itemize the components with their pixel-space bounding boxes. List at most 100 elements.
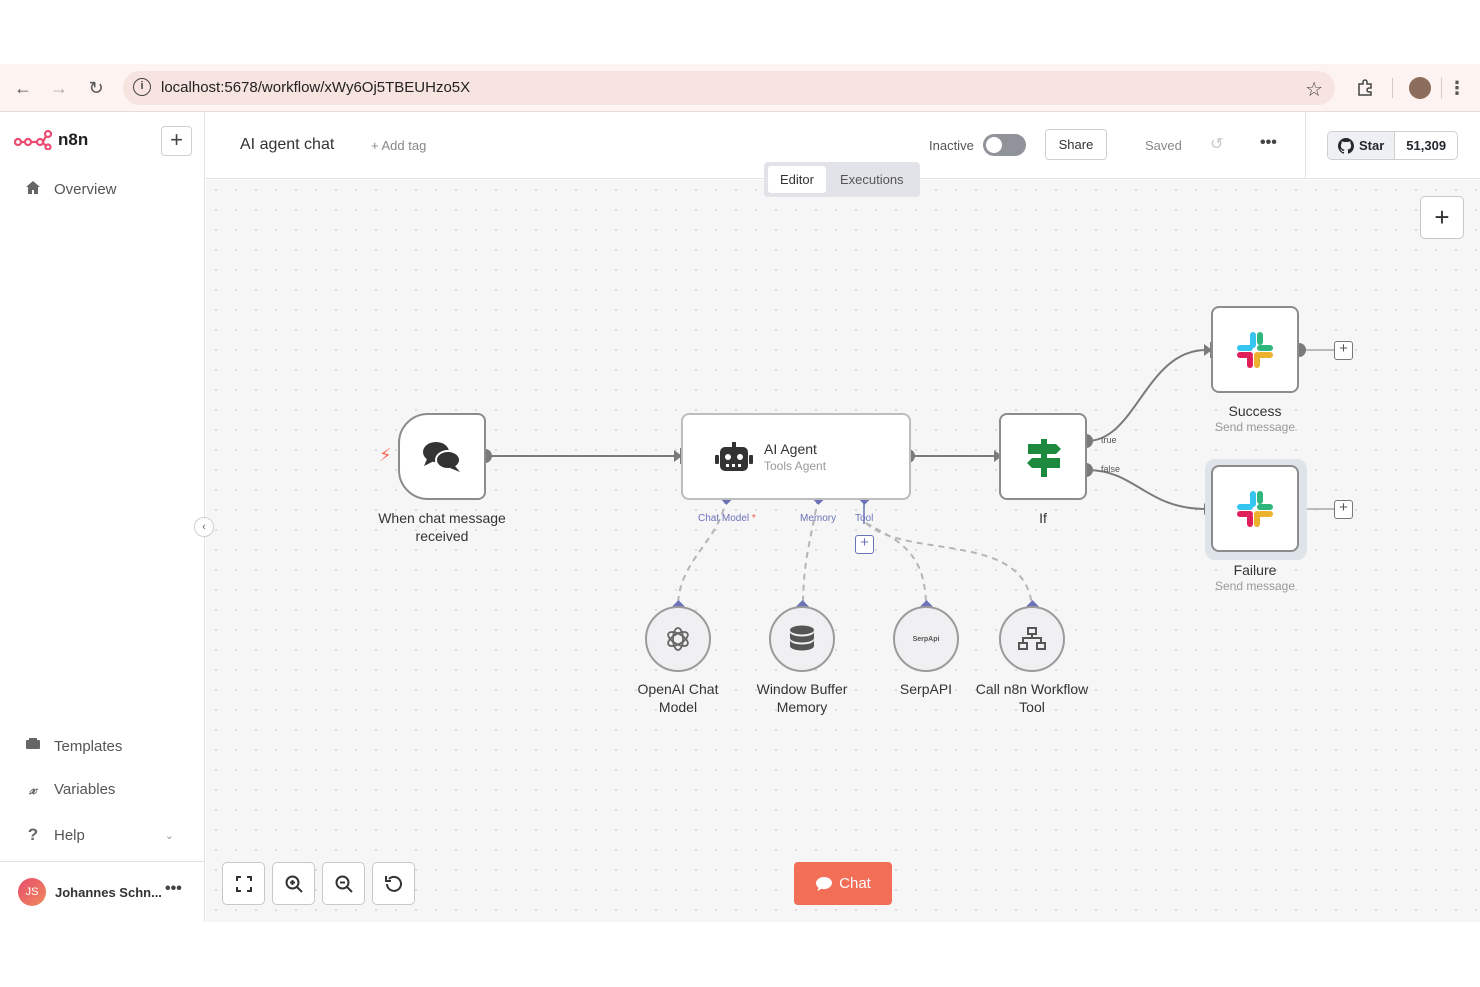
signpost-icon <box>1027 439 1061 477</box>
node-openai-chat-model[interactable] <box>645 606 711 672</box>
user-menu[interactable]: JS Johannes Schn... ••• <box>0 861 205 922</box>
workflow-name[interactable]: AI agent chat <box>240 136 334 154</box>
tab-executions[interactable]: Executions <box>828 166 916 193</box>
add-node-button[interactable]: + <box>1334 500 1353 519</box>
avatar: JS <box>18 878 46 906</box>
home-icon <box>24 180 42 199</box>
node-label: Failure <box>1233 562 1277 578</box>
node-chat-trigger[interactable] <box>398 413 486 500</box>
fit-view-icon <box>235 875 252 892</box>
brand-name: n8n <box>58 130 89 149</box>
extensions-icon[interactable] <box>1353 76 1377 100</box>
tool-input-label: Tool <box>855 513 874 524</box>
active-status-label: Inactive <box>929 138 974 153</box>
sidebar-item-help[interactable]: ? Help ⌄ <box>24 825 174 845</box>
profile-avatar[interactable] <box>1408 76 1432 100</box>
slack-icon <box>1237 491 1273 527</box>
memory-input-label: Memory <box>800 513 837 524</box>
serpapi-logo: SerpApi <box>912 635 940 643</box>
agent-title: AI Agent <box>764 441 817 457</box>
saved-status: Saved <box>1145 138 1182 153</box>
node-ai-agent[interactable]: AI Agent Tools Agent <box>681 413 911 500</box>
open-chat-button[interactable]: Chat <box>794 862 892 905</box>
reload-icon[interactable]: ↻ <box>84 76 108 100</box>
sidebar-item-label: Variables <box>54 781 116 798</box>
node-subtitle: Send message <box>1214 420 1296 434</box>
connection-if-failure <box>1086 469 1207 510</box>
node-failure-slack[interactable] <box>1211 465 1299 552</box>
variables-icon: 𝓍 <box>29 781 37 798</box>
n8n-app: n8n + Overview Templates 𝓍 Variables ? H… <box>0 112 1480 922</box>
node-label: SerpAPI <box>899 681 953 697</box>
sidebar-item-label: Templates <box>54 737 123 755</box>
user-more-icon[interactable]: ••• <box>165 880 182 898</box>
node-call-n8n-workflow-tool[interactable] <box>999 606 1065 672</box>
chat-model-input-label: Chat Model * <box>698 513 756 524</box>
node-success-slack[interactable] <box>1211 306 1299 393</box>
node-label: Success <box>1228 403 1282 419</box>
zoom-in-button[interactable] <box>272 862 315 905</box>
tab-editor[interactable]: Editor <box>768 166 826 193</box>
if-false-label: false <box>1101 464 1121 474</box>
connection-serpapi <box>865 522 927 608</box>
node-subtitle: Send message <box>1214 579 1296 593</box>
history-icon[interactable]: ↺ <box>1210 134 1223 154</box>
divider <box>1305 112 1306 179</box>
add-tool-button[interactable]: + <box>855 535 874 554</box>
add-new-button[interactable]: + <box>161 126 192 156</box>
workflow-canvas[interactable]: ⚡ When chat message received AI Agent To… <box>206 180 1480 922</box>
address-bar[interactable]: i localhost:5678/workflow/xWy6Oj5TBEUHzo… <box>123 71 1335 105</box>
n8n-logo-icon <box>14 130 52 150</box>
if-true-label: true <box>1101 435 1117 445</box>
slack-icon <box>1237 332 1273 368</box>
github-star-label: Star <box>1359 138 1385 153</box>
chat-bubbles-icon <box>423 442 461 472</box>
add-node-panel-button[interactable]: + <box>1420 196 1464 239</box>
add-node-button[interactable]: + <box>1334 341 1353 360</box>
n8n-logo[interactable]: n8n <box>14 130 88 150</box>
openai-icon <box>667 627 689 651</box>
sidebar-item-templates[interactable]: Templates <box>24 737 122 755</box>
view-tabs: Editor Executions <box>764 162 920 197</box>
github-star-button[interactable]: Star <box>1328 132 1396 159</box>
node-window-buffer-memory[interactable] <box>769 606 835 672</box>
sitemap-icon <box>1018 627 1046 650</box>
add-tag-link[interactable]: + Add tag <box>371 138 426 153</box>
back-icon[interactable]: ← <box>11 76 35 100</box>
fit-view-button[interactable] <box>222 862 265 905</box>
zoom-in-icon <box>285 875 303 893</box>
zoom-out-button[interactable] <box>322 862 365 905</box>
agent-subtitle: Tools Agent <box>764 459 827 473</box>
node-label: When chat message received <box>378 510 506 544</box>
canvas-controls <box>222 862 415 905</box>
node-label: Window Buffer Memory <box>756 681 848 715</box>
chat-button-label: Chat <box>839 875 871 892</box>
connection-n8n-tool <box>865 522 1033 608</box>
templates-icon <box>24 737 42 755</box>
sidebar-item-overview[interactable]: Overview <box>24 180 117 199</box>
zoom-out-icon <box>335 875 353 893</box>
url-text[interactable]: localhost:5678/workflow/xWy6Oj5TBEUHzo5X <box>161 79 470 96</box>
node-label: If <box>1039 510 1047 526</box>
github-star-widget[interactable]: Star 51,309 <box>1327 131 1459 160</box>
sidebar: n8n + Overview Templates 𝓍 Variables ? H… <box>0 112 205 922</box>
bookmark-star-icon[interactable]: ☆ <box>1305 77 1323 102</box>
browser-toolbar: ← → ↻ i localhost:5678/workflow/xWy6Oj5T… <box>0 64 1480 112</box>
collapse-sidebar-button[interactable]: ‹ <box>194 517 214 537</box>
browser-menu-icon[interactable]: ⋮ <box>1445 76 1469 100</box>
forward-icon[interactable]: → <box>47 76 71 100</box>
active-toggle[interactable] <box>983 134 1026 156</box>
user-name: Johannes Schn... <box>55 885 162 900</box>
node-serpapi[interactable]: SerpApi <box>893 606 959 672</box>
node-if[interactable] <box>999 413 1087 500</box>
sidebar-item-variables[interactable]: 𝓍 Variables <box>24 781 115 798</box>
undo-icon <box>384 875 402 892</box>
chat-icon <box>816 876 833 891</box>
reset-zoom-button[interactable] <box>372 862 415 905</box>
site-info-icon[interactable]: i <box>133 78 151 96</box>
trigger-bolt-icon: ⚡ <box>379 445 392 465</box>
sidebar-item-label: Overview <box>54 181 117 198</box>
workflow-more-icon[interactable]: ••• <box>1260 134 1277 152</box>
github-star-count[interactable]: 51,309 <box>1395 132 1458 159</box>
share-button[interactable]: Share <box>1045 129 1107 160</box>
